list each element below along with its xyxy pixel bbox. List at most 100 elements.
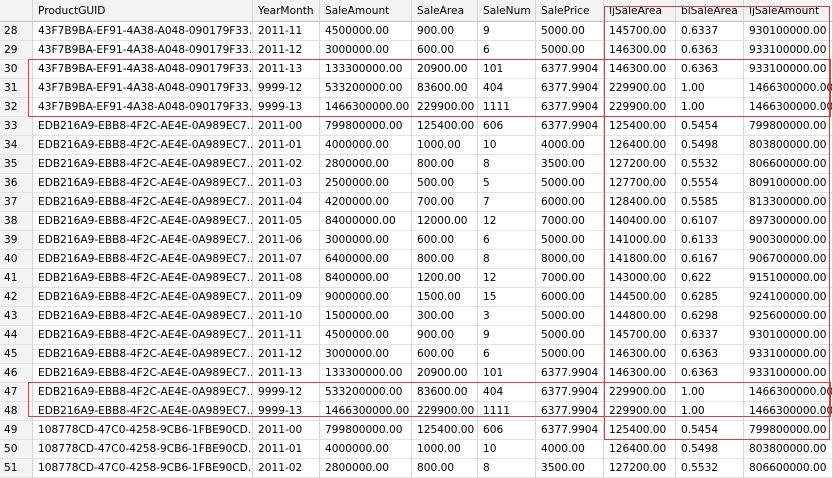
salearea-cell[interactable]: 500.00 [412, 174, 478, 193]
ljsaleamount-cell[interactable]: 925600000.00 [744, 307, 833, 326]
table-row[interactable]: 37 EDB216A9-EBB8-4F2C-AE4E-0A989EC7... 201… [0, 193, 833, 212]
salenum-cell[interactable]: 9 [478, 22, 536, 41]
ljsaleamount-cell[interactable]: 1466300000.00 [744, 98, 833, 117]
ljsaleamount-cell[interactable]: 806600000.00 [744, 155, 833, 174]
column-header-ljsaleamount[interactable]: ljSaleAmount [744, 0, 833, 22]
salenum-cell[interactable]: 7 [478, 193, 536, 212]
saleamount-cell[interactable]: 6400000.00 [320, 250, 412, 269]
ljsalearea-cell[interactable]: 140400.00 [604, 212, 676, 231]
table-row[interactable]: 50 108778CD-47C0-4258-9CB6-1FBE90CD... 201… [0, 440, 833, 459]
saleprice-cell[interactable]: 4000.00 [536, 136, 604, 155]
saleamount-cell[interactable]: 4500000.00 [320, 22, 412, 41]
saleamount-cell[interactable]: 84000000.00 [320, 212, 412, 231]
productguid-cell[interactable]: 43F7B9BA-EF91-4A38-A048-090179F33... [33, 22, 253, 41]
saleprice-cell[interactable]: 6000.00 [536, 193, 604, 212]
saleamount-cell[interactable]: 1500000.00 [320, 307, 412, 326]
ljsalearea-cell[interactable]: 127700.00 [604, 174, 676, 193]
ljsaleamount-cell[interactable]: 803800000.00 [744, 440, 833, 459]
row-number-cell[interactable]: 41 [0, 269, 33, 288]
row-number-cell[interactable]: 38 [0, 212, 33, 231]
blsalearea-cell[interactable]: 0.6107 [676, 212, 744, 231]
saleprice-cell[interactable]: 7000.00 [536, 212, 604, 231]
yearmonth-cell[interactable]: 2011-11 [253, 22, 320, 41]
salearea-cell[interactable]: 600.00 [412, 345, 478, 364]
table-row[interactable]: 47 EDB216A9-EBB8-4F2C-AE4E-0A989EC7... 999… [0, 383, 833, 402]
ljsalearea-cell[interactable]: 125400.00 [604, 117, 676, 136]
yearmonth-cell[interactable]: 2011-02 [253, 155, 320, 174]
productguid-cell[interactable]: EDB216A9-EBB8-4F2C-AE4E-0A989EC7... [33, 383, 253, 402]
table-row[interactable]: 43 EDB216A9-EBB8-4F2C-AE4E-0A989EC7... 201… [0, 307, 833, 326]
blsalearea-cell[interactable]: 0.5498 [676, 440, 744, 459]
table-row[interactable]: 33 EDB216A9-EBB8-4F2C-AE4E-0A989EC7... 201… [0, 117, 833, 136]
ljsalearea-cell[interactable]: 229900.00 [604, 402, 676, 421]
salenum-cell[interactable]: 5 [478, 174, 536, 193]
yearmonth-cell[interactable]: 2011-00 [253, 421, 320, 440]
table-row[interactable]: 46 EDB216A9-EBB8-4F2C-AE4E-0A989EC7... 201… [0, 364, 833, 383]
saleamount-cell[interactable]: 133300000.00 [320, 364, 412, 383]
ljsaleamount-cell[interactable]: 933100000.00 [744, 41, 833, 60]
salearea-cell[interactable]: 700.00 [412, 193, 478, 212]
saleprice-cell[interactable]: 6377.9904 [536, 364, 604, 383]
ljsalearea-cell[interactable]: 146300.00 [604, 60, 676, 79]
column-header-saleprice[interactable]: SalePrice [536, 0, 604, 22]
ljsalearea-cell[interactable]: 146300.00 [604, 364, 676, 383]
productguid-cell[interactable]: EDB216A9-EBB8-4F2C-AE4E-0A989EC7... [33, 136, 253, 155]
salenum-cell[interactable]: 1111 [478, 98, 536, 117]
ljsaleamount-cell[interactable]: 803800000.00 [744, 136, 833, 155]
table-row[interactable]: 31 43F7B9BA-EF91-4A38-A048-090179F33... 99… [0, 79, 833, 98]
table-row[interactable]: 51 108778CD-47C0-4258-9CB6-1FBE90CD... 201… [0, 459, 833, 478]
ljsalearea-cell[interactable]: 145700.00 [604, 22, 676, 41]
saleamount-cell[interactable]: 799800000.00 [320, 117, 412, 136]
ljsaleamount-cell[interactable]: 933100000.00 [744, 60, 833, 79]
blsalearea-cell[interactable]: 1.00 [676, 383, 744, 402]
saleprice-cell[interactable]: 5000.00 [536, 22, 604, 41]
ljsalearea-cell[interactable]: 146300.00 [604, 41, 676, 60]
productguid-cell[interactable]: EDB216A9-EBB8-4F2C-AE4E-0A989EC7... [33, 307, 253, 326]
ljsalearea-cell[interactable]: 127200.00 [604, 155, 676, 174]
blsalearea-cell[interactable]: 0.6298 [676, 307, 744, 326]
productguid-cell[interactable]: 43F7B9BA-EF91-4A38-A048-090179F33... [33, 60, 253, 79]
productguid-cell[interactable]: EDB216A9-EBB8-4F2C-AE4E-0A989EC7... [33, 155, 253, 174]
saleprice-cell[interactable]: 5000.00 [536, 174, 604, 193]
yearmonth-cell[interactable]: 9999-12 [253, 79, 320, 98]
blsalearea-cell[interactable]: 0.5532 [676, 155, 744, 174]
saleprice-cell[interactable]: 5000.00 [536, 326, 604, 345]
saleprice-cell[interactable]: 6377.9904 [536, 79, 604, 98]
salenum-cell[interactable]: 8 [478, 155, 536, 174]
ljsaleamount-cell[interactable]: 897300000.00 [744, 212, 833, 231]
ljsaleamount-cell[interactable]: 1466300000.00 [744, 383, 833, 402]
saleprice-cell[interactable]: 6000.00 [536, 288, 604, 307]
yearmonth-cell[interactable]: 2011-09 [253, 288, 320, 307]
ljsaleamount-cell[interactable]: 930100000.00 [744, 22, 833, 41]
blsalearea-cell[interactable]: 1.00 [676, 98, 744, 117]
column-header-saleamount[interactable]: SaleAmount [320, 0, 412, 22]
salenum-cell[interactable]: 606 [478, 421, 536, 440]
table-row[interactable]: 32 43F7B9BA-EF91-4A38-A048-090179F33... 99… [0, 98, 833, 117]
table-row[interactable]: 35 EDB216A9-EBB8-4F2C-AE4E-0A989EC7... 201… [0, 155, 833, 174]
row-number-cell[interactable]: 32 [0, 98, 33, 117]
row-number-cell[interactable]: 44 [0, 326, 33, 345]
saleprice-cell[interactable]: 6377.9904 [536, 98, 604, 117]
saleamount-cell[interactable]: 4500000.00 [320, 326, 412, 345]
salearea-cell[interactable]: 20900.00 [412, 364, 478, 383]
row-number-cell[interactable]: 28 [0, 22, 33, 41]
saleprice-cell[interactable]: 6377.9904 [536, 117, 604, 136]
saleamount-cell[interactable]: 2800000.00 [320, 155, 412, 174]
row-number-cell[interactable]: 39 [0, 231, 33, 250]
ljsaleamount-cell[interactable]: 900300000.00 [744, 231, 833, 250]
salenum-cell[interactable]: 1111 [478, 402, 536, 421]
productguid-cell[interactable]: EDB216A9-EBB8-4F2C-AE4E-0A989EC7... [33, 269, 253, 288]
salenum-cell[interactable]: 6 [478, 41, 536, 60]
saleprice-cell[interactable]: 5000.00 [536, 307, 604, 326]
table-row[interactable]: 41 EDB216A9-EBB8-4F2C-AE4E-0A989EC7... 201… [0, 269, 833, 288]
salearea-cell[interactable]: 20900.00 [412, 60, 478, 79]
blsalearea-cell[interactable]: 1.00 [676, 402, 744, 421]
saleamount-cell[interactable]: 8400000.00 [320, 269, 412, 288]
yearmonth-cell[interactable]: 2011-03 [253, 174, 320, 193]
productguid-cell[interactable]: EDB216A9-EBB8-4F2C-AE4E-0A989EC7... [33, 402, 253, 421]
salearea-cell[interactable]: 229900.00 [412, 402, 478, 421]
yearmonth-cell[interactable]: 2011-01 [253, 440, 320, 459]
ljsalearea-cell[interactable]: 144800.00 [604, 307, 676, 326]
yearmonth-cell[interactable]: 2011-13 [253, 60, 320, 79]
salenum-cell[interactable]: 10 [478, 440, 536, 459]
